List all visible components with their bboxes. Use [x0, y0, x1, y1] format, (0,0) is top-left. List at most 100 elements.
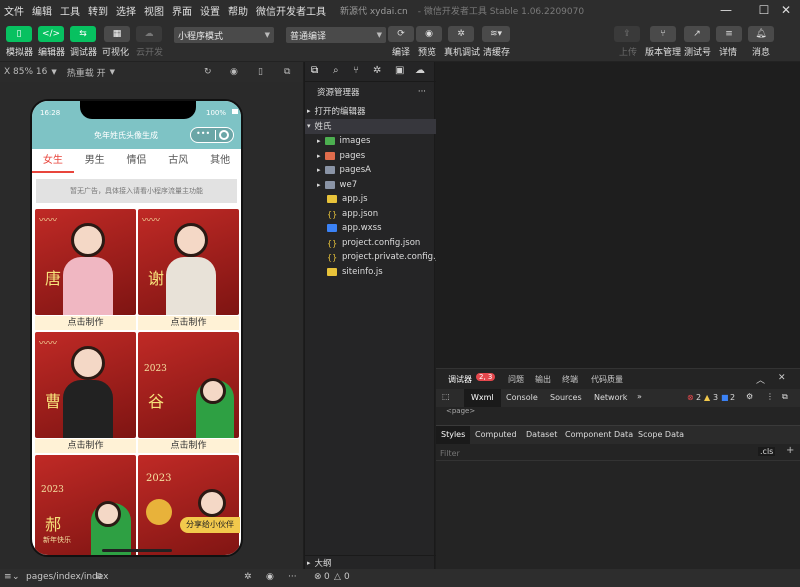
extensions-icon[interactable]: ▣	[395, 65, 404, 76]
file-app-wxss[interactable]: app.wxss	[305, 221, 436, 236]
capsule-button[interactable]: •••	[190, 127, 234, 143]
menu-wechat-devtools[interactable]: 微信开发者工具	[252, 3, 330, 18]
menu-settings[interactable]: 设置	[196, 3, 224, 18]
more-icon[interactable]: ···	[288, 572, 297, 582]
wxml-page-node[interactable]: <page>	[446, 407, 475, 415]
make-button[interactable]: 点击制作	[138, 316, 239, 330]
warning-count[interactable]: 3	[713, 393, 718, 402]
visual-toggle-button[interactable]: ▦	[104, 26, 130, 42]
error-count[interactable]: 2	[696, 393, 701, 402]
avatar-card[interactable]: 〰〰 唐	[35, 209, 136, 315]
folder-pagesA[interactable]: ▸ pagesA	[305, 163, 436, 178]
tab-debugger[interactable]: 调试器	[448, 374, 472, 385]
phone-simulator[interactable]: 16:28 100% 免年姓氏头像生成 ••• 女生 男生 情侣 古风 其他 暂…	[30, 99, 243, 557]
inspect-icon[interactable]: ⬚	[442, 392, 450, 401]
status-warning-count[interactable]: 0	[344, 572, 350, 582]
menu-file[interactable]: 文件	[0, 3, 28, 18]
upload-button[interactable]: ⇪	[614, 26, 640, 42]
phone-icon[interactable]: ▯	[258, 67, 263, 77]
tab-sources[interactable]: Sources	[550, 393, 582, 402]
folder-images[interactable]: ▸ images	[305, 134, 436, 149]
popout-icon[interactable]: ⧉	[284, 67, 290, 77]
cloud-dev-button[interactable]: ☁	[136, 26, 162, 42]
tab-wxml[interactable]: Wxml	[464, 389, 501, 407]
more-icon[interactable]: •••	[196, 129, 210, 138]
close-icon[interactable]: ✕	[778, 373, 786, 383]
tab-console[interactable]: Console	[506, 393, 538, 402]
cloud-icon[interactable]: ☁	[415, 65, 425, 76]
close-icon[interactable]: ✕	[772, 0, 800, 20]
info-count[interactable]: 2	[730, 393, 735, 402]
bug-icon[interactable]: ✲	[244, 572, 252, 582]
compile-select[interactable]: 普通编译 ▼	[286, 27, 386, 43]
tab-network[interactable]: Network	[594, 393, 627, 402]
menu-help[interactable]: 帮助	[224, 3, 252, 18]
debug-icon[interactable]: ✲	[373, 65, 381, 76]
tab-computed[interactable]: Computed	[475, 430, 517, 439]
tab-scope-data[interactable]: Scope Data	[638, 430, 684, 439]
menu-goto[interactable]: 转到	[84, 3, 112, 18]
tab-terminal[interactable]: 终端	[562, 374, 578, 385]
project-root[interactable]: ▾ 姓氏	[305, 119, 436, 134]
compile-button[interactable]: ⟳	[388, 26, 414, 42]
minimize-icon[interactable]: —	[712, 0, 740, 20]
tab-code-quality[interactable]: 代码质量	[591, 374, 623, 385]
editor-area[interactable]	[436, 62, 800, 368]
kebab-icon[interactable]: ⋮	[766, 392, 774, 401]
tab-component-data[interactable]: Component Data	[565, 430, 633, 439]
file-app-js[interactable]: app.js	[305, 192, 436, 207]
real-device-debug-button[interactable]: ✲	[448, 26, 474, 42]
files-icon[interactable]: ⧉	[311, 65, 318, 76]
open-editors-section[interactable]: ▸ 打开的编辑器	[305, 104, 436, 119]
more-icon[interactable]: ···	[418, 87, 426, 97]
make-button[interactable]: 点击制作	[138, 439, 239, 453]
avatar-card[interactable]: 〰〰 谢	[138, 209, 239, 315]
test-account-button[interactable]: ↗	[684, 26, 710, 42]
messages-button[interactable]: 🔔︎	[748, 26, 774, 42]
folder-we7[interactable]: ▸ we7	[305, 178, 436, 193]
device-zoom-select[interactable]: X 85% 16	[4, 67, 47, 77]
make-button[interactable]: 点击制作	[35, 316, 136, 330]
dock-icon[interactable]: ⧉	[782, 392, 788, 402]
editor-toggle-button[interactable]: </>	[38, 26, 64, 42]
status-error-count[interactable]: 0	[324, 572, 330, 582]
chevron-up-icon[interactable]: ︿	[756, 373, 765, 386]
menu-edit[interactable]: 编辑	[28, 3, 56, 18]
menu-interface[interactable]: 界面	[168, 3, 196, 18]
file-siteinfo-js[interactable]: siteinfo.js	[305, 265, 436, 280]
tab-dataset[interactable]: Dataset	[526, 430, 557, 439]
search-icon[interactable]: ⌕	[333, 65, 339, 76]
tab-other[interactable]: 其他	[199, 149, 241, 173]
preview-button[interactable]: ◉	[416, 26, 442, 42]
share-button[interactable]: 分享给小伙伴	[180, 517, 240, 533]
add-rule-icon[interactable]: +	[786, 445, 794, 456]
tab-output[interactable]: 输出	[535, 374, 551, 385]
avatar-card[interactable]: 2023 谷	[138, 332, 239, 438]
file-app-json[interactable]: {} app.json	[305, 207, 436, 222]
tab-couples[interactable]: 情侣	[116, 149, 158, 173]
menu-view[interactable]: 视图	[140, 3, 168, 18]
details-button[interactable]: ≡	[716, 26, 742, 42]
tab-problems[interactable]: 问题	[508, 374, 524, 385]
version-manage-button[interactable]: ⑂	[650, 26, 676, 42]
more-tabs-icon[interactable]: »	[637, 392, 642, 401]
tab-ancient[interactable]: 古风	[157, 149, 199, 173]
avatar-card[interactable]: 〰〰 曹	[35, 332, 136, 438]
gear-icon[interactable]: ⚙	[746, 392, 753, 401]
filter-input[interactable]	[440, 447, 740, 459]
clear-cache-button[interactable]: ≋▾	[482, 26, 510, 42]
eye-icon[interactable]: ◉	[266, 572, 274, 582]
make-button[interactable]: 点击制作	[35, 439, 136, 453]
rotate-icon[interactable]: ↻	[204, 67, 212, 77]
close-circle-icon[interactable]	[219, 130, 229, 140]
mode-select[interactable]: 小程序模式 ▼	[174, 27, 274, 43]
copy-icon[interactable]: ⧉	[96, 572, 102, 582]
file-project-config[interactable]: {} project.config.json	[305, 236, 436, 251]
record-icon[interactable]: ◉	[230, 67, 238, 77]
menu-select[interactable]: 选择	[112, 3, 140, 18]
folder-pages[interactable]: ▸ pages	[305, 149, 436, 164]
git-icon[interactable]: ⑂	[353, 65, 359, 76]
simulator-toggle-button[interactable]: ▯	[6, 26, 32, 42]
hot-reload-toggle[interactable]: 热重载 开	[67, 66, 106, 79]
file-project-private-config[interactable]: {} project.private.config.js...	[305, 250, 451, 265]
